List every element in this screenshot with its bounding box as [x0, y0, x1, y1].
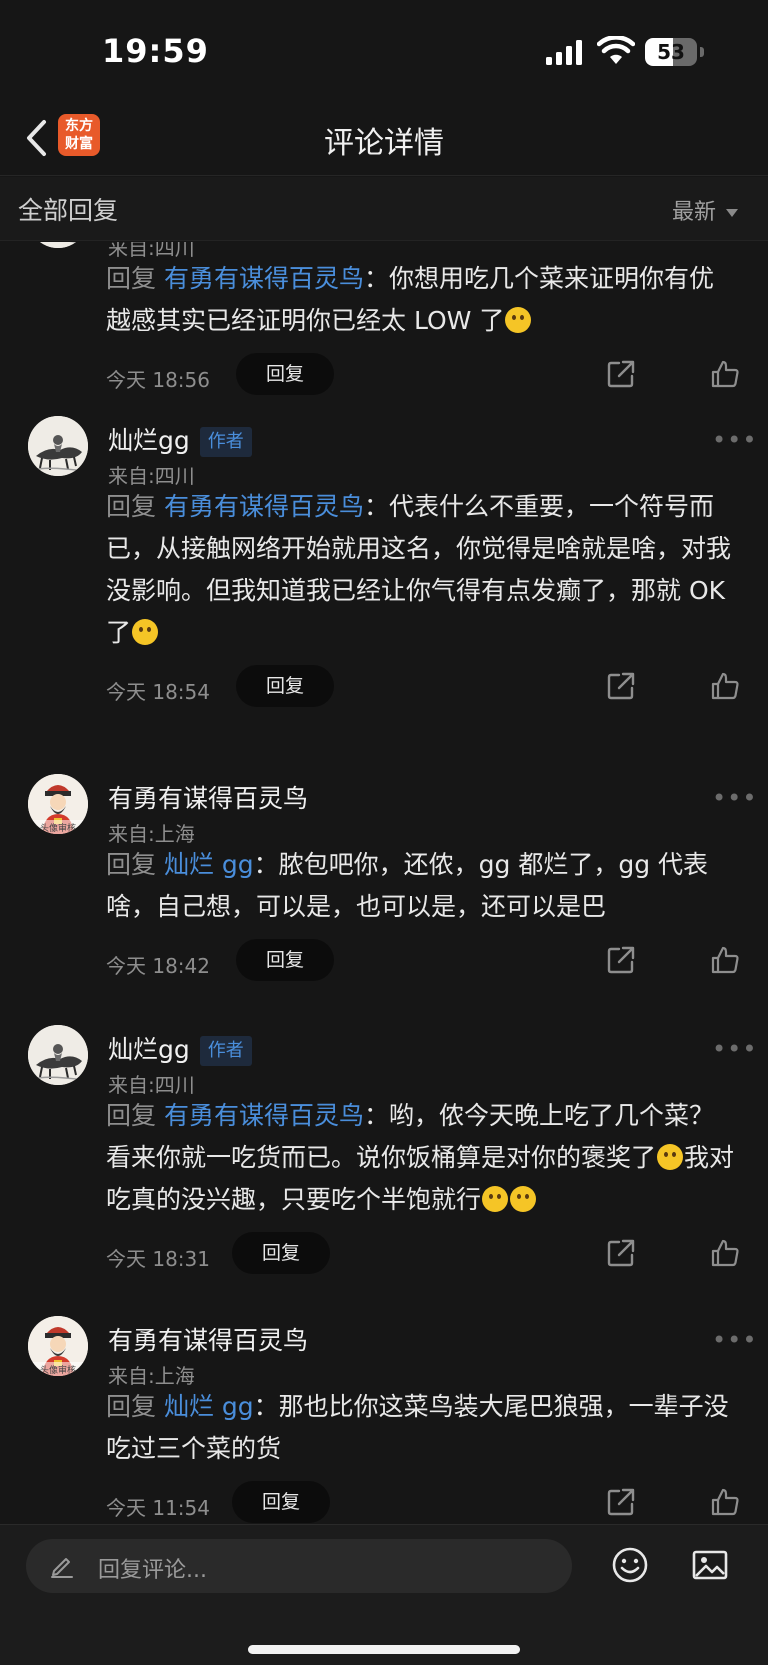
- commenter-name[interactable]: 灿烂gg 作者: [108, 421, 252, 457]
- comment-time: 今天 18:42: [106, 954, 210, 978]
- reply-button[interactable]: 回复: [236, 665, 334, 707]
- like-icon[interactable]: [710, 671, 740, 701]
- reply-target-link[interactable]: 有勇有谋得百灵鸟: [164, 492, 364, 521]
- emoji-icon: [510, 1186, 537, 1212]
- comment-text: 回复 有勇有谋得百灵鸟：哟，侬今天晚上吃了几个菜？看来你就一吃货而已。说你饭桶算…: [106, 1101, 735, 1214]
- avatar[interactable]: 头像审核: [28, 774, 88, 834]
- cellular-signal-icon: [546, 40, 582, 65]
- like-icon[interactable]: [710, 1238, 740, 1268]
- avatar[interactable]: [28, 1025, 88, 1085]
- share-icon[interactable]: [606, 1238, 636, 1268]
- section-header: 全部回复 最新: [0, 177, 768, 241]
- reply-comment-input[interactable]: 回复评论...: [26, 1539, 572, 1593]
- page-title: 评论详情: [324, 126, 444, 161]
- emoji-icon: [657, 1144, 684, 1170]
- comment-time: 今天 11:54: [106, 1496, 210, 1520]
- sort-dropdown[interactable]: 最新: [672, 194, 738, 226]
- avatar[interactable]: 头像审核: [28, 1316, 88, 1376]
- status-bar: 19:59 53: [0, 0, 768, 100]
- comment-time: 今天 18:54: [106, 680, 210, 704]
- reply-target-link[interactable]: 有勇有谋得百灵鸟: [164, 1101, 364, 1130]
- commenter-name[interactable]: 有勇有谋得百灵鸟: [108, 1321, 308, 1357]
- bottom-bar: 回复评论...: [0, 1524, 768, 1665]
- battery-icon: 53: [645, 38, 705, 66]
- reply-button[interactable]: 回复: [232, 1232, 330, 1274]
- comment-text: 回复 有勇有谋得百灵鸟：代表什么不重要，一个符号而已，从接触网络开始就用这名，你…: [106, 492, 732, 647]
- reply-target-link[interactable]: 灿烂 gg: [164, 850, 254, 879]
- comment-location: 来自:四川: [108, 464, 195, 488]
- comment-text: 回复 灿烂 gg：脓包吧你，还侬，gg 都烂了，gg 代表啥，自己想，可以是，也…: [106, 850, 709, 921]
- share-icon[interactable]: [606, 1487, 636, 1517]
- emoji-icon: [505, 307, 532, 333]
- more-options-icon[interactable]: •••: [712, 426, 757, 454]
- reply-button[interactable]: 回复: [236, 353, 334, 395]
- image-picker-icon[interactable]: [690, 1545, 730, 1585]
- status-time: 19:59: [102, 32, 209, 70]
- more-options-icon[interactable]: •••: [712, 784, 757, 812]
- avatar[interactable]: [28, 416, 88, 476]
- nav-bar: 东方 财富 评论详情: [0, 100, 768, 176]
- comment-location: 来自:上海: [108, 822, 195, 846]
- avatar[interactable]: [28, 242, 88, 248]
- commenter-name[interactable]: 灿烂gg 作者: [108, 1030, 252, 1066]
- comment-location: 来自:上海: [108, 1364, 195, 1388]
- battery-level: 53: [657, 40, 685, 64]
- reply-input-placeholder: 回复评论...: [98, 1558, 207, 1583]
- comment-list[interactable]: 来自:四川 回复 有勇有谋得百灵鸟：你想用吃几个菜来证明你有优越感其实已经证明你…: [0, 242, 768, 1524]
- more-options-icon[interactable]: •••: [712, 1326, 757, 1354]
- emoji-icon: [132, 619, 159, 645]
- comment-time: 今天 18:31: [106, 1247, 210, 1271]
- comment-location: 来自:四川: [108, 1073, 195, 1097]
- emoji-icon: [482, 1186, 509, 1212]
- share-icon[interactable]: [606, 945, 636, 975]
- reply-target-link[interactable]: 有勇有谋得百灵鸟: [164, 264, 364, 293]
- more-options-icon[interactable]: •••: [712, 1035, 757, 1063]
- comment-time: 今天 18:56: [106, 368, 210, 392]
- like-icon[interactable]: [710, 359, 740, 389]
- svg-text:头像审核: 头像审核: [40, 1364, 76, 1376]
- share-icon[interactable]: [606, 671, 636, 701]
- author-badge: 作者: [199, 427, 252, 457]
- reply-target-link[interactable]: 灿烂 gg: [164, 1392, 254, 1421]
- section-title: 全部回复: [18, 196, 119, 225]
- wifi-icon: [597, 36, 635, 64]
- svg-text:头像审核: 头像审核: [40, 822, 76, 834]
- home-indicator: [248, 1645, 520, 1654]
- comment-text: 回复 灿烂 gg：那也比你这菜鸟装大尾巴狼强，一辈子没吃过三个菜的货: [106, 1392, 729, 1463]
- reply-button[interactable]: 回复: [236, 939, 334, 981]
- commenter-name[interactable]: 有勇有谋得百灵鸟: [108, 779, 308, 815]
- like-icon[interactable]: [710, 945, 740, 975]
- like-icon[interactable]: [710, 1487, 740, 1517]
- reply-button[interactable]: 回复: [232, 1481, 330, 1523]
- share-icon[interactable]: [606, 359, 636, 389]
- sort-label: 最新: [671, 200, 716, 225]
- emoji-picker-icon[interactable]: [610, 1545, 650, 1585]
- pencil-icon: [51, 1558, 73, 1578]
- comment-text: 回复 有勇有谋得百灵鸟：你想用吃几个菜来证明你有优越感其实已经证明你已经太 LO…: [106, 264, 715, 335]
- caret-down-icon: [726, 209, 738, 217]
- author-badge: 作者: [199, 1036, 252, 1066]
